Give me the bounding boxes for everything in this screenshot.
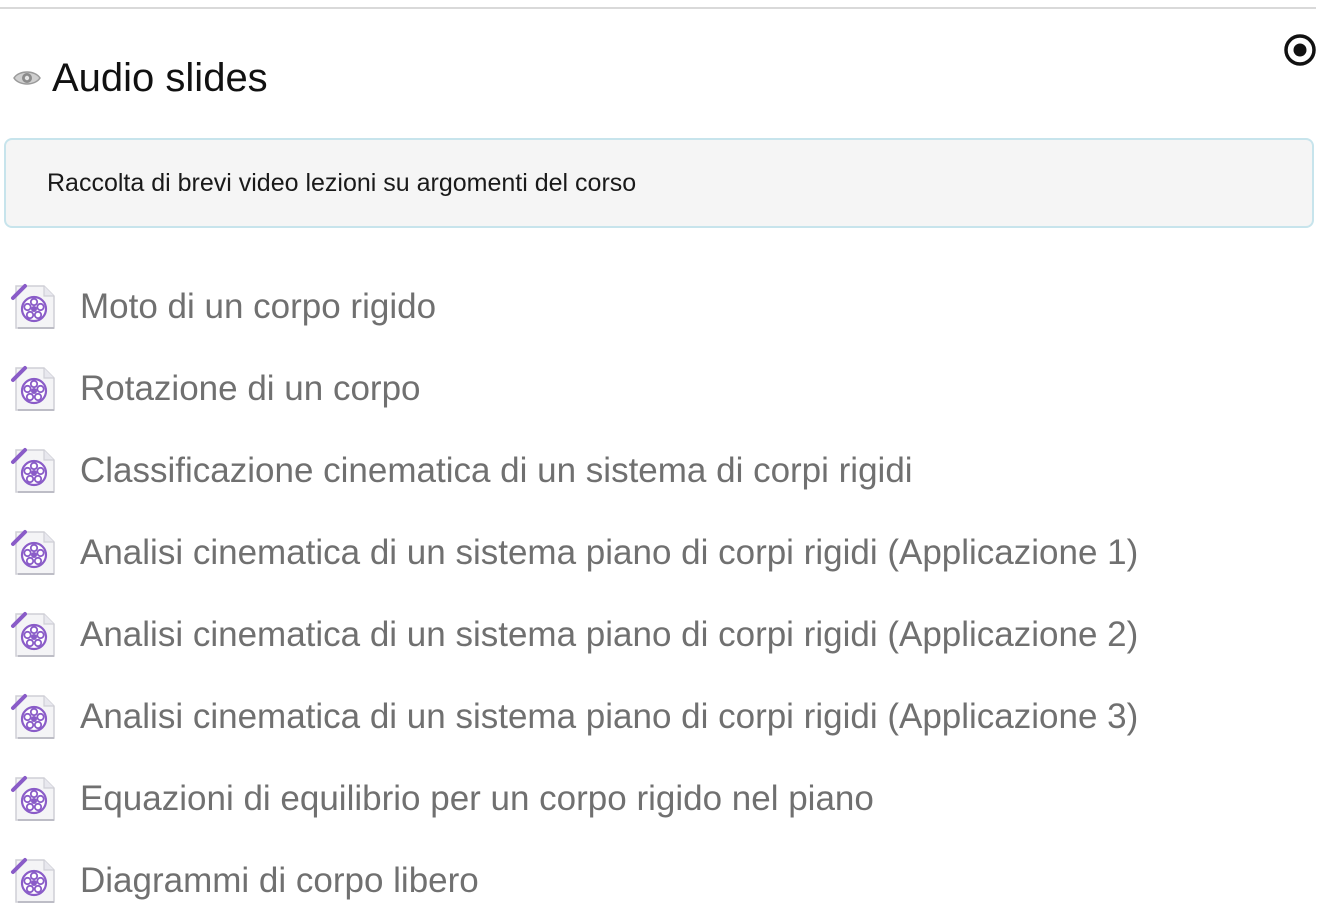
- video-file-icon: [10, 857, 58, 905]
- section-divider: [0, 7, 1316, 9]
- video-file-icon: [10, 529, 58, 577]
- course-section: Audio slides Raccolta di brevi video lez…: [0, 0, 1328, 920]
- activity-label[interactable]: Analisi cinematica di un sistema piano d…: [80, 533, 1138, 573]
- video-file-icon: [10, 365, 58, 413]
- activity-link[interactable]: Classificazione cinematica di un sistema…: [10, 430, 1138, 512]
- radio-completion-icon[interactable]: [1283, 33, 1317, 67]
- activity-list: Moto di un corpo rigido Rotazione di un …: [10, 266, 1138, 920]
- activity-label[interactable]: Rotazione di un corpo: [80, 369, 421, 409]
- video-file-icon: [10, 283, 58, 331]
- video-file-icon: [10, 775, 58, 823]
- summary-text: Raccolta di brevi video lezioni su argom…: [47, 168, 637, 197]
- activity-link[interactable]: Equazioni di equilibrio per un corpo rig…: [10, 758, 1138, 840]
- activity-label[interactable]: Analisi cinematica di un sistema piano d…: [80, 615, 1138, 655]
- section-title: Audio slides: [52, 56, 268, 100]
- activity-label[interactable]: Equazioni di equilibrio per un corpo rig…: [80, 779, 874, 819]
- activity-link[interactable]: Analisi cinematica di un sistema piano d…: [10, 594, 1138, 676]
- section-summary: Raccolta di brevi video lezioni su argom…: [4, 138, 1314, 228]
- activity-link[interactable]: Rotazione di un corpo: [10, 348, 1138, 430]
- activity-label[interactable]: Analisi cinematica di un sistema piano d…: [80, 697, 1138, 737]
- section-header: Audio slides: [12, 52, 268, 104]
- activity-label[interactable]: Diagrammi di corpo libero: [80, 861, 479, 901]
- video-file-icon: [10, 693, 58, 741]
- activity-label[interactable]: Classificazione cinematica di un sistema…: [80, 451, 913, 491]
- eye-icon: [12, 67, 42, 89]
- video-file-icon: [10, 611, 58, 659]
- activity-label[interactable]: Moto di un corpo rigido: [80, 287, 436, 327]
- activity-link[interactable]: Diagrammi di corpo libero: [10, 840, 1138, 920]
- activity-link[interactable]: Analisi cinematica di un sistema piano d…: [10, 676, 1138, 758]
- activity-link[interactable]: Analisi cinematica di un sistema piano d…: [10, 512, 1138, 594]
- activity-link[interactable]: Moto di un corpo rigido: [10, 266, 1138, 348]
- video-file-icon: [10, 447, 58, 495]
